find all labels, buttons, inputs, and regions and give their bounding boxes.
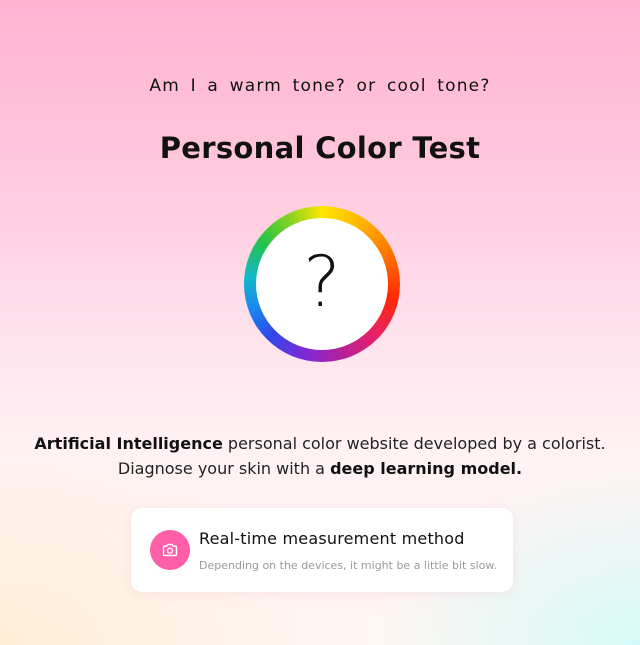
camera-icon <box>150 530 190 570</box>
method-card-subtitle: Depending on the devices, it might be a … <box>199 559 497 572</box>
description-line-1: Artificial Intelligence personal color w… <box>0 431 640 456</box>
page-title: Personal Color Test <box>159 131 481 165</box>
question-mark-icon: ? <box>303 241 341 323</box>
page-subtitle: Am I a warm tone? or cool tone? <box>149 76 491 96</box>
page: Am I a warm tone? or cool tone? Personal… <box>0 0 640 645</box>
method-card-title: Real-time measurement method <box>199 529 465 548</box>
description: Artificial Intelligence personal color w… <box>0 431 640 481</box>
realtime-measurement-button[interactable]: Real-time measurement method Depending o… <box>131 508 513 592</box>
description-line-1-text: personal color website developed by a co… <box>222 434 606 453</box>
description-line-2-text: Diagnose your skin with a <box>117 459 331 478</box>
description-line-2: Diagnose your skin with a deep learning … <box>0 456 640 481</box>
color-wheel: ? <box>244 206 400 362</box>
description-highlight-ai: Artificial Intelligence <box>34 434 223 453</box>
description-highlight-model: deep learning model. <box>330 459 523 478</box>
color-wheel-center: ? <box>256 218 388 350</box>
